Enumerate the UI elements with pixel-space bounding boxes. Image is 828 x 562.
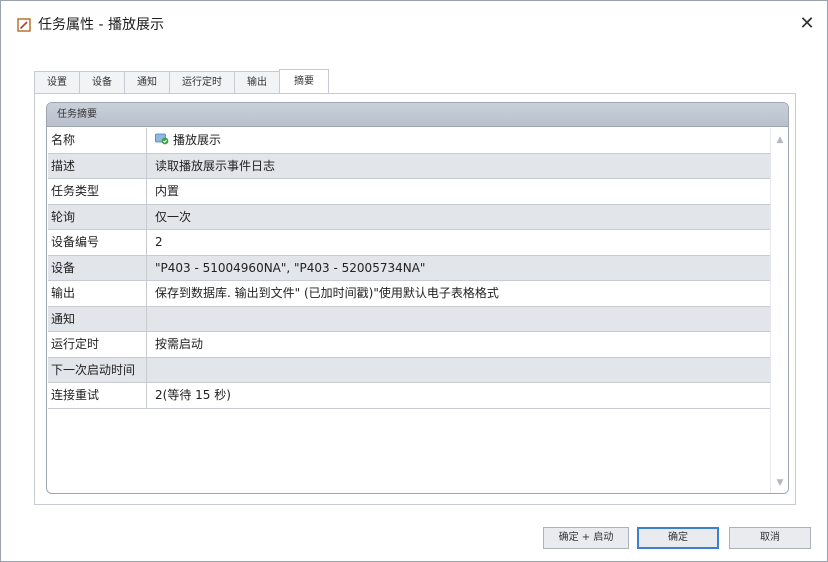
property-value: 内置 xyxy=(155,184,180,198)
tab-settings[interactable]: 设置 xyxy=(34,71,80,93)
table-row[interactable]: 描述 读取播放展示事件日志 xyxy=(48,153,770,179)
property-key: 通知 xyxy=(48,306,147,331)
table-row[interactable]: 通知 xyxy=(48,306,770,332)
tab-summary[interactable]: 摘要 xyxy=(279,69,329,93)
table-row[interactable]: 运行定时 按需启动 xyxy=(48,332,770,358)
property-key: 输出 xyxy=(48,281,147,306)
property-value: 保存到数据库. 输出到文件" (已加时间戳)"使用默认电子表格格式 xyxy=(155,286,499,300)
property-key: 描述 xyxy=(48,153,147,178)
tab-strip: 设置 设备 通知 运行定时 输出 摘要 xyxy=(34,69,329,94)
table-row[interactable]: 下一次启动时间 xyxy=(48,357,770,383)
close-button[interactable]: ✕ xyxy=(796,13,818,35)
tab-schedule[interactable]: 运行定时 xyxy=(169,71,235,93)
edit-document-icon xyxy=(17,18,31,32)
property-value xyxy=(147,358,770,383)
ok-and-start-button[interactable]: 确定 + 启动 xyxy=(543,527,629,549)
property-key: 任务类型 xyxy=(48,179,147,204)
task-properties-dialog: 任务属性 - 播放展示 ✕ 设置 设备 通知 运行定时 输出 摘要 任务摘要 名… xyxy=(0,0,828,562)
scroll-down-icon[interactable]: ▼ xyxy=(771,475,788,491)
property-value: 读取播放展示事件日志 xyxy=(155,158,276,173)
table-row[interactable]: 任务类型 内置 xyxy=(48,179,770,205)
property-value: 仅一次 xyxy=(155,209,192,224)
task-summary-header: 任务摘要 xyxy=(47,103,788,127)
cancel-button[interactable]: 取消 xyxy=(729,527,811,549)
table-row[interactable]: 名称 播放展示 xyxy=(48,128,770,154)
summary-tab-panel: 任务摘要 名称 播放展示 描述 读取播放展示事件日志 任务类型 内置 轮询 仅一… xyxy=(34,93,796,505)
property-value: 2 xyxy=(155,235,163,249)
title-bar: 任务属性 - 播放展示 ✕ xyxy=(1,1,827,45)
table-row[interactable]: 连接重试 2(等待 15 秒) xyxy=(48,383,770,409)
task-summary-group: 任务摘要 名称 播放展示 描述 读取播放展示事件日志 任务类型 内置 轮询 仅一… xyxy=(46,102,789,494)
vertical-scrollbar[interactable]: ▲ ▼ xyxy=(770,128,788,493)
property-key: 轮询 xyxy=(48,204,147,229)
table-row[interactable]: 设备 "P403 - 51004960NA", "P403 - 52005734… xyxy=(48,255,770,281)
property-key: 名称 xyxy=(48,128,147,153)
property-value: "P403 - 51004960NA", "P403 - 52005734NA" xyxy=(155,260,426,275)
tab-notifications[interactable]: 通知 xyxy=(124,71,170,93)
tab-output[interactable]: 输出 xyxy=(234,71,280,93)
scroll-up-icon[interactable]: ▲ xyxy=(771,132,788,148)
property-key: 下一次启动时间 xyxy=(48,357,147,382)
table-row[interactable]: 设备编号 2 xyxy=(48,230,770,256)
property-key: 运行定时 xyxy=(48,332,147,357)
task-name-value: 播放展示 xyxy=(173,133,222,147)
window-title: 任务属性 - 播放展示 xyxy=(38,17,164,33)
property-key: 设备 xyxy=(48,255,147,280)
tab-devices[interactable]: 设备 xyxy=(79,71,125,93)
table-row[interactable]: 轮询 仅一次 xyxy=(48,204,770,230)
summary-property-grid: 名称 播放展示 描述 读取播放展示事件日志 任务类型 内置 轮询 仅一次 设备编… xyxy=(48,128,770,409)
property-value: 播放展示 xyxy=(147,128,770,153)
property-key: 设备编号 xyxy=(48,230,147,255)
close-icon: ✕ xyxy=(799,13,815,34)
ok-button[interactable]: 确定 xyxy=(637,527,719,549)
property-value: 2(等待 15 秒) xyxy=(155,388,231,402)
task-icon xyxy=(155,129,169,145)
property-value xyxy=(147,307,770,332)
property-key: 连接重试 xyxy=(48,383,147,408)
property-value: 按需启动 xyxy=(155,337,204,351)
table-row[interactable]: 输出 保存到数据库. 输出到文件" (已加时间戳)"使用默认电子表格格式 xyxy=(48,281,770,307)
